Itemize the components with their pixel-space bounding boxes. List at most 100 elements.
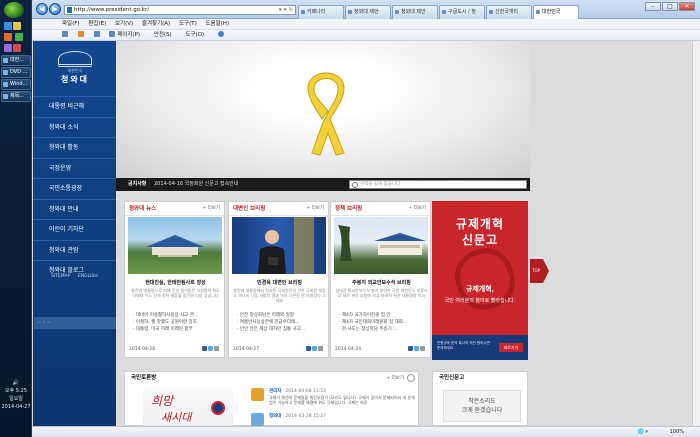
nav-item[interactable]: 청와대 활동 [33,137,116,158]
nav-item[interactable]: 대통령 비근해 [33,96,116,117]
print-button[interactable] [93,31,102,38]
forum-post[interactable]: 관리자 2014-04-08 11:53 규제기 개선의 문제들을 위진부용기 (… [251,387,417,407]
share-icon[interactable] [318,346,323,351]
feeds-button[interactable] [77,31,86,38]
card-headline[interactable]: 현대진실, 한테만됨사르 장성 [129,279,222,286]
taskbar-task[interactable]: 대한... [1,55,31,66]
browser-tab[interactable]: 청와대 제안 [345,5,391,19]
twitter-icon[interactable] [312,346,317,351]
nav-item[interactable]: 어린이 기자단 [33,219,116,240]
site-search-input[interactable]: 검색을 쉽게 찾습니다 [349,180,527,189]
site-logo[interactable]: 대한민국 청와대 [43,51,107,87]
browser-tab[interactable]: 청와대 제안 [392,5,438,19]
vertical-scrollbar[interactable] [692,41,700,426]
share-icon[interactable] [420,346,425,351]
list-item[interactable]: 여름반사상상한에 진급수더에... [237,319,327,326]
app-icon[interactable] [13,44,21,52]
maximize-button[interactable]: □ [662,2,678,11]
more-link[interactable]: + 더보기 [202,202,220,216]
explorer-icon[interactable] [13,22,21,30]
list-item[interactable]: 이철하, 헬 핫했도 공원이란 강조 [133,319,223,326]
card-list: 안전 정상회담은 미래외 일정 여름반사상상한에 진급수더에... 안인 안은 … [237,312,327,333]
news-cards: 청와대 뉴스 + 더보기 현대진실, 한테만됨사르 장성 봉진대 대통령으로 피해… [116,191,530,361]
list-item[interactable]: 대비어 이용활하사용용 사고 관... [133,312,223,319]
menu-favorites[interactable]: 즐겨찾기(A) [142,21,170,27]
twitter-icon[interactable] [414,346,419,351]
twitter-icon[interactable] [208,346,213,351]
facebook-icon[interactable] [306,346,311,351]
share-icon[interactable] [214,346,219,351]
regulation-reform-banner[interactable]: 규제개혁 신문고 규제개혁, 국민 여러분의 참여로 빨라집니다. 민원규제 문… [432,201,528,360]
more-link[interactable]: + 더보기 [408,202,426,216]
petition-banner[interactable]: 작은소리도 크게 듣겠습니다 [443,390,521,422]
card-photo[interactable] [334,217,428,274]
ie-icon[interactable] [4,22,12,30]
card-photo[interactable] [232,217,326,274]
taegeuk-seal-icon [211,401,225,415]
card-photo[interactable] [128,217,222,274]
browser-tab[interactable]: 신한국개리 [486,5,532,19]
clock-time[interactable]: 오후 5:25 [0,387,32,395]
app-icon[interactable] [14,33,23,41]
more-link[interactable]: + 더보기 [386,372,404,385]
browser-tab-active[interactable]: 대한민국 [533,5,579,19]
page-menu[interactable]: 페이지(P) [109,31,146,38]
list-item[interactable]: 대통령, 미국 미래 이래된 합부 [133,326,223,333]
sitemap-link[interactable]: SITEMAP [51,274,70,279]
nav-item[interactable]: 청와대 관람 [33,239,116,261]
taskbar-task[interactable]: 제목... [1,91,31,102]
zoom-level[interactable]: 100% [670,427,684,437]
taskbar-task[interactable]: DVD ... [1,67,31,78]
help-button[interactable] [217,31,226,38]
forward-button[interactable]: ▶ [49,3,61,15]
page-icon [109,31,116,37]
banner-go-button[interactable]: 바로가기 [499,343,523,352]
menu-help[interactable]: 도움말(H) [205,21,229,27]
card-headline[interactable]: 주봉지 외교안보수석 브리핑 [335,279,428,286]
facebook-icon[interactable] [408,346,413,351]
more-link[interactable]: + 더보기 [306,202,324,216]
notice-text[interactable]: 2014-04-16 국정화원 신문고 접속안내 [154,181,238,187]
refresh-stop-icon[interactable]: ▾ ✕ ↻ [279,6,293,14]
list-item[interactable]: 한·사도는 정상학담 주종기 ... [339,326,429,333]
list-item[interactable]: 안인 안은 헤상 대자만 침통 사고... [237,326,327,333]
sidebar-widget[interactable]: ◦ ◦ ◦ [34,317,117,329]
english-link[interactable]: ENGLISH [78,274,98,279]
forum-post[interactable]: 청와대 2014-03-28 15:27 [251,412,417,426]
card-headline[interactable]: 민경욱 대변인 브리핑 [233,279,326,286]
facebook-icon[interactable] [202,346,207,351]
nav-item[interactable]: 청와대 소식 [33,116,116,138]
nav-item[interactable]: 국정운영 [33,157,116,179]
menu-edit[interactable]: 편집(E) [88,21,106,27]
menu-view[interactable]: 보기(V) [115,21,133,27]
write-icon[interactable] [407,374,415,382]
list-item[interactable]: 제4차 국가하이진올 집 안 [339,312,429,319]
calligraphy-image[interactable]: 희망 새시대 [143,387,233,426]
title-bar: ◀ ▶ http://www.president.go.kr/ ▾ ✕ ↻ 카페… [32,0,700,19]
sidebar-footer-links: SITEMAP ENGLISH [51,274,104,279]
start-button[interactable] [4,2,24,18]
browser-tab[interactable]: 구글도시 / 청 [439,5,485,19]
menu-tools[interactable]: 도구(T) [179,21,197,27]
nav-item[interactable]: 국민소통광장 [33,178,116,199]
nav-item[interactable]: 청와대 안내 [33,198,116,220]
list-item[interactable]: 제4차 국민대회미래원회 집 대회... [339,319,429,326]
taskbar-task[interactable]: Wind... [1,79,31,90]
back-to-top-tab[interactable]: TOP [530,259,549,283]
app-icon[interactable] [4,44,12,52]
volume-icon[interactable]: 🔊 [0,379,32,387]
menu-file[interactable]: 파일(F) [62,21,80,27]
home-button[interactable] [62,31,70,38]
back-button[interactable]: ◀ [36,3,48,15]
address-bar[interactable]: http://www.president.go.kr/ ▾ ✕ ↻ [64,5,296,15]
card-head: 대변인 브리핑 + 더보기 [229,202,328,216]
close-button[interactable]: ✕ [679,2,695,11]
browser-tab[interactable]: 카페나라 [298,5,344,19]
security-zone-icon[interactable]: 🌐 ▾ [638,427,648,437]
safety-menu[interactable]: 안전(S) [154,32,178,38]
minimize-button[interactable]: – [645,2,661,11]
menu-bar: 파일(F) 편집(E) 보기(V) 즐겨찾기(A) 도구(T) 도움말(H) [32,19,700,30]
media-icon[interactable] [4,33,12,41]
list-item[interactable]: 안전 정상회담은 미래외 일정 [237,312,327,319]
tools-menu[interactable]: 도구(O) [185,32,210,38]
